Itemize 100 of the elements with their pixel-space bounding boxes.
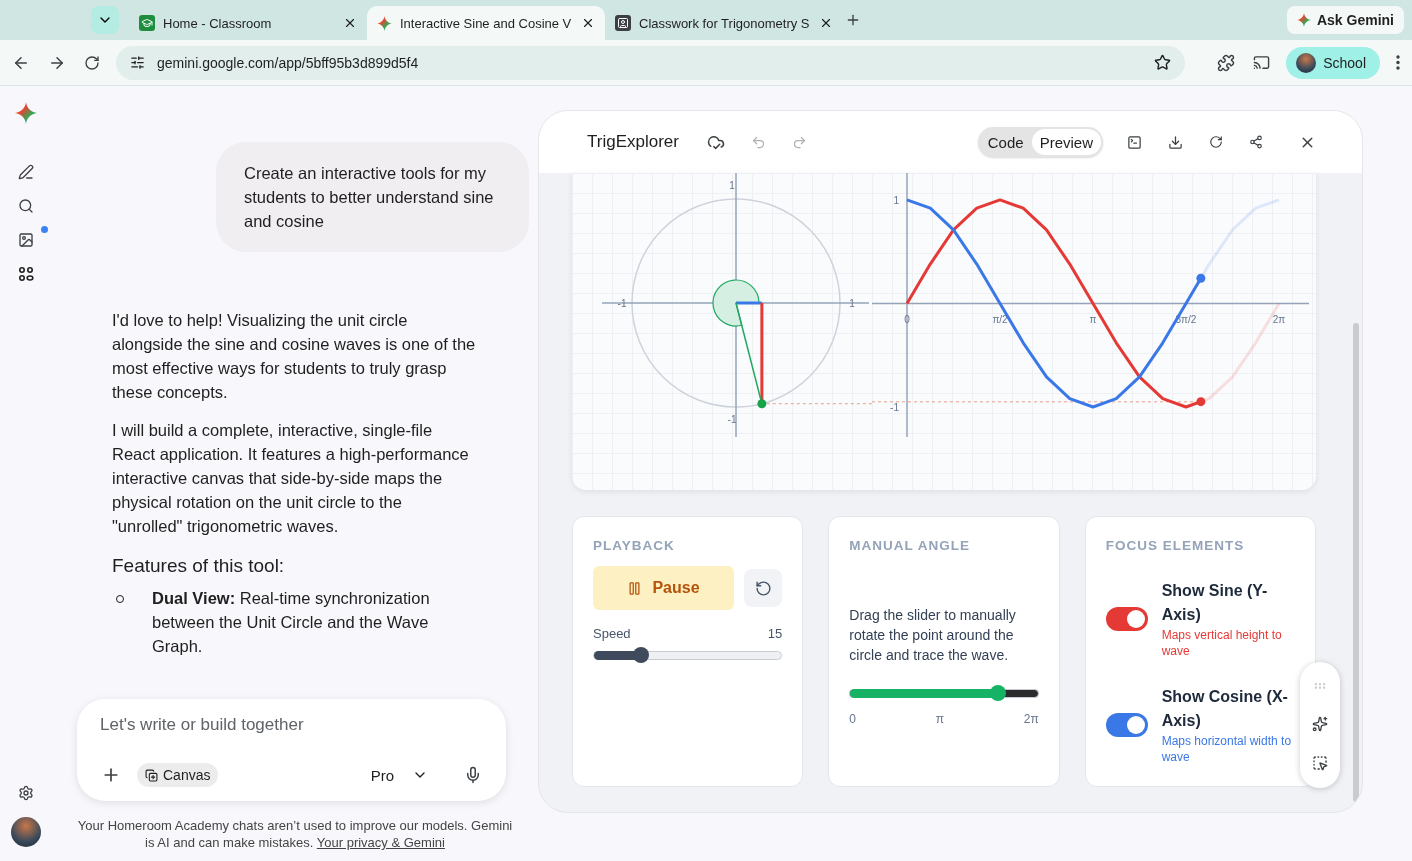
more-vertical-icon <box>1396 55 1400 70</box>
axis-label: -1 <box>617 298 627 309</box>
reload-icon <box>84 54 100 71</box>
share-icon <box>1249 135 1263 149</box>
disclaimer-text: Your Homeroom Academy chats aren’t used to improve our models. Gemini is AI and can make mistakes. Your privacy & Gemini <box>76 817 514 852</box>
slider-thumb[interactable] <box>632 647 649 663</box>
refresh-button[interactable] <box>1207 133 1225 151</box>
sparkle-icon <box>377 15 392 31</box>
toggle-title: Show Cosine (X-Axis) <box>1161 687 1289 731</box>
canvas-chip[interactable]: Canvas <box>137 763 219 787</box>
sparkles-icon <box>1312 716 1328 732</box>
search-icon <box>18 198 34 214</box>
redo-icon <box>791 134 807 150</box>
reset-button[interactable] <box>744 569 783 607</box>
canvas-title: TrigExplorer <box>587 132 679 152</box>
settings-icon <box>18 785 34 801</box>
tick-label: π/2 <box>992 314 1008 326</box>
url-text: gemini.google.com/app/5bff95b3d899d5f4 <box>157 54 420 71</box>
profile-button[interactable]: School <box>1286 46 1380 79</box>
apps-button[interactable] <box>16 264 36 284</box>
tick-label: 1 <box>893 194 899 206</box>
toggle-title: Show Sine (Y-Axis) <box>1161 581 1269 625</box>
tick-label: -1 <box>890 402 899 413</box>
copy-plus-icon <box>145 768 158 782</box>
scrollbar-thumb[interactable] <box>1353 323 1359 802</box>
tab-title: Interactive Sine and Cosine V <box>400 15 573 31</box>
tab-list-button[interactable] <box>91 6 119 34</box>
scale-label: 0 <box>849 712 856 726</box>
image-button[interactable] <box>16 230 36 250</box>
feature-text: Dual View: Real-time synchronization between the Unit Circle and the Wave Graph. <box>152 588 431 657</box>
speed-value: 15 <box>767 626 783 641</box>
current-point <box>1196 273 1206 283</box>
menu-button[interactable] <box>1394 53 1402 72</box>
pause-button[interactable]: Pause <box>593 566 734 610</box>
prompt-input[interactable]: Let's write or build together <box>99 715 484 735</box>
angle-arc <box>712 279 760 327</box>
close-icon[interactable] <box>819 16 833 30</box>
reload-icon <box>1209 135 1223 149</box>
undo-icon <box>750 134 766 150</box>
reset-icon <box>754 579 772 597</box>
slider-thumb[interactable] <box>990 685 1007 701</box>
tab-title: Classwork for Trigonometry S <box>639 15 811 31</box>
toggle-description: Maps horizontal width to wave <box>1161 733 1292 765</box>
view-tab[interactable]: Code <box>979 129 1032 155</box>
toggle-switch[interactable] <box>1105 607 1148 631</box>
cosine-segment <box>736 301 762 305</box>
view-tab[interactable]: Preview <box>1031 129 1101 155</box>
plus-icon <box>845 12 861 28</box>
user-message: Create an interactive tools for my students to better understand sine and cosine <box>216 142 529 252</box>
cloud-check-icon <box>706 133 725 151</box>
card-heading: PLAYBACK <box>593 538 676 553</box>
classwork-icon <box>615 15 631 31</box>
toggle-switch[interactable] <box>1105 713 1148 737</box>
sparkle-button[interactable] <box>1310 714 1330 734</box>
angle-point <box>757 399 767 409</box>
card-heading: MANUAL ANGLE <box>849 538 972 553</box>
model-selector[interactable]: Pro <box>364 765 434 785</box>
sparkle-icon <box>1296 13 1311 27</box>
classroom-icon <box>139 15 155 31</box>
settings-button[interactable] <box>16 783 36 803</box>
axis-label: 1 <box>729 180 735 191</box>
reply-paragraph: I'd love to help! Visualizing the unit circle alongside the sine and cosine waves is one of the most effective ways for students to truly grasp these concepts. <box>112 310 476 403</box>
browser-tab[interactable]: Interactive Sine and Cosine V <box>367 6 605 40</box>
toggle-description: Maps vertical height to wave <box>1161 627 1283 659</box>
axis-label: 1 <box>849 298 855 309</box>
description-text: Drag the slider to manually rotate the point around the circle and trace the wave. <box>849 606 1017 665</box>
share-button[interactable] <box>1247 133 1265 151</box>
browser-tab[interactable]: Home - Classroom <box>129 6 367 40</box>
tick-label: π <box>1089 314 1097 326</box>
speed-label: Speed <box>593 626 631 641</box>
tick-label: 0 <box>904 314 910 326</box>
scale-label: 2π <box>1023 712 1039 726</box>
section-heading: Features of this tool: <box>112 554 286 578</box>
new-chat-button[interactable] <box>16 162 36 182</box>
close-icon[interactable] <box>343 16 357 30</box>
avatar <box>1296 52 1317 73</box>
reply-paragraph: I will build a complete, interactive, single-file React application. It features a high-performance interactive canvas that side-by-side maps the physical rotation on the unit circle to the "unrolled" trigonometric waves. <box>112 420 470 537</box>
apps-icon <box>18 266 34 282</box>
download-icon <box>1168 134 1183 150</box>
close-icon[interactable] <box>581 16 595 30</box>
ask-gemini-button[interactable]: Ask Gemini <box>1286 6 1404 34</box>
site-info-icon[interactable] <box>130 55 145 70</box>
gemini-logo <box>15 102 37 124</box>
card-heading: FOCUS ELEMENTS <box>1105 538 1246 553</box>
image-icon <box>18 232 34 248</box>
pause-icon <box>627 580 643 596</box>
microphone-icon <box>464 766 482 784</box>
privacy-link[interactable]: Your privacy & Gemini <box>316 835 445 850</box>
bookmark-star-icon[interactable] <box>1154 54 1172 71</box>
current-point <box>1196 397 1206 407</box>
terminal-icon <box>1127 134 1142 150</box>
puzzle-icon <box>1217 53 1236 72</box>
scale-label: π <box>935 712 944 726</box>
account-avatar[interactable] <box>11 817 41 847</box>
cast-icon <box>1253 54 1271 71</box>
browser-tab[interactable]: Classwork for Trigonometry S <box>605 6 843 40</box>
address-bar[interactable]: gemini.google.com/app/5bff95b3d899d5f4 <box>116 45 1186 80</box>
axis-label: -1 <box>727 414 737 425</box>
select-pointer-icon <box>1312 754 1328 771</box>
tab-title: Home - Classroom <box>163 15 273 31</box>
